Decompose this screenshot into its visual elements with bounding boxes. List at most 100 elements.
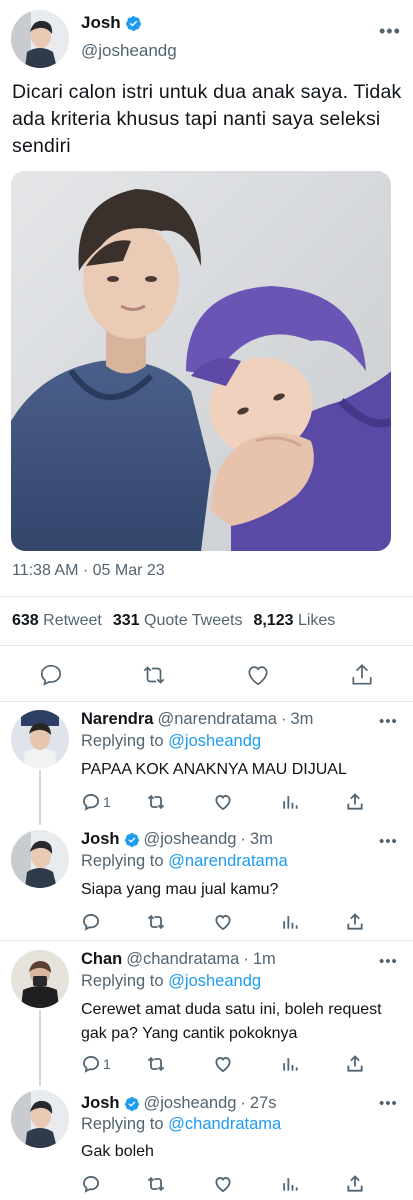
retweets-stat[interactable]: 638 Retweet [12, 612, 102, 630]
reply-author-name[interactable]: Josh [81, 1094, 120, 1113]
author-handle[interactable]: @josheandg [81, 41, 177, 61]
reply-time[interactable]: 3m [290, 710, 313, 729]
author-name-row[interactable]: Josh [81, 13, 142, 33]
photo-illustration [11, 171, 391, 551]
reply-icon[interactable] [38, 662, 64, 688]
like-icon[interactable] [213, 912, 233, 932]
reply-author-name[interactable]: Chan [81, 950, 122, 969]
retweets-count: 638 [12, 612, 39, 629]
reply-avatar[interactable] [11, 830, 69, 888]
reply-icon[interactable] [81, 1174, 101, 1194]
replying-to-label: Replying to [81, 852, 164, 870]
replying-to: Replying to @chandratama [81, 1115, 281, 1134]
share-icon[interactable] [345, 1174, 365, 1194]
reply-time[interactable]: 1m [253, 950, 276, 969]
reply-author-handle[interactable]: @josheandg [144, 830, 237, 849]
like-icon[interactable] [245, 662, 271, 688]
thread-line [39, 1010, 41, 1086]
separator-dot: · [243, 950, 249, 968]
author-avatar[interactable] [11, 10, 69, 68]
like-icon[interactable] [213, 792, 233, 812]
verified-badge-icon [125, 15, 141, 31]
tweet-timestamp[interactable]: 11:38 AM · 05 Mar 23 [12, 562, 165, 580]
reply-count: 1 [103, 794, 111, 810]
share-icon[interactable] [349, 662, 375, 688]
separator-dot: · [280, 710, 287, 728]
reply-header: Josh @josheandg · 27s [81, 1094, 277, 1113]
reply-tweet[interactable]: Josh @josheandg · 3m ••• Replying to @na… [0, 822, 413, 940]
reply-tweet[interactable]: Josh @josheandg · 27s ••• Replying to @c… [0, 1082, 413, 1200]
reply-tweet[interactable]: Chan @chandratama · 1m ••• Replying to @… [0, 942, 413, 1080]
reply-avatar[interactable] [11, 1090, 69, 1148]
reply-author-handle[interactable]: @chandratama [126, 950, 239, 969]
replying-to-label: Replying to [81, 972, 164, 990]
reply-time[interactable]: 27s [250, 1094, 277, 1113]
likes-count: 8,123 [253, 612, 294, 629]
views-icon[interactable] [280, 792, 300, 812]
more-icon[interactable]: ••• [379, 714, 398, 729]
tweet-stats: 638 Retweet 331 Quote Tweets 8,123 Likes [12, 612, 335, 630]
divider [0, 645, 413, 646]
reply-time[interactable]: 3m [250, 830, 273, 849]
replying-to-label: Replying to [81, 1115, 164, 1133]
reply-text: Siapa yang mau jual kamu? [81, 881, 279, 898]
divider [0, 596, 413, 597]
replying-to-mention[interactable]: @josheandg [168, 972, 261, 990]
reply-avatar[interactable] [11, 950, 69, 1008]
verified-badge-icon [124, 832, 139, 847]
reply-author-name[interactable]: Josh [81, 830, 120, 849]
main-tweet-header: Josh @josheandg ••• [0, 0, 413, 75]
more-icon[interactable]: ••• [379, 1096, 398, 1111]
quotes-label: Quote Tweets [144, 612, 243, 629]
separator-dot: · [240, 830, 246, 848]
reply-action-bar [0, 912, 413, 936]
retweet-icon[interactable] [146, 912, 166, 932]
more-icon[interactable]: ••• [379, 954, 398, 969]
tweet-action-bar [0, 650, 413, 700]
reply-tweet[interactable]: Narendra @narendratama · 3m ••• Replying… [0, 702, 413, 820]
reply-text: Cerewet amat duda satu ini, boleh reques… [81, 1001, 382, 1042]
views-icon[interactable] [280, 1174, 300, 1194]
quotes-stat[interactable]: 331 Quote Tweets [113, 612, 243, 630]
separator-dot: · [240, 1094, 246, 1112]
views-icon[interactable] [280, 912, 300, 932]
retweet-icon[interactable] [146, 1174, 166, 1194]
reply-author-handle[interactable]: @narendratama [157, 710, 276, 729]
share-icon[interactable] [345, 912, 365, 932]
retweet-icon[interactable] [141, 662, 167, 688]
reply-author-name[interactable]: Narendra [81, 710, 153, 729]
reply-icon[interactable] [81, 1054, 101, 1074]
thread-line [39, 770, 41, 825]
reply-header: Josh @josheandg · 3m [81, 830, 273, 849]
retweets-label: Retweet [43, 612, 102, 629]
like-icon[interactable] [213, 1054, 233, 1074]
reply-action-bar: 1 [0, 1054, 413, 1078]
reply-text: PAPAA KOK ANAKNYA MAU DIJUAL [81, 761, 347, 778]
retweet-icon[interactable] [146, 1054, 166, 1074]
reply-header: Chan @chandratama · 1m [81, 950, 276, 969]
more-icon[interactable]: ••• [379, 22, 401, 40]
reply-author-handle[interactable]: @josheandg [144, 1094, 237, 1113]
reply-avatar[interactable] [11, 710, 69, 768]
tweet-text: Dicari calon istri untuk dua anak saya. … [12, 81, 402, 157]
retweet-icon[interactable] [146, 792, 166, 812]
like-icon[interactable] [213, 1174, 233, 1194]
reply-icon[interactable] [81, 912, 101, 932]
divider [0, 940, 413, 941]
share-icon[interactable] [345, 792, 365, 812]
replying-to: Replying to @josheandg [81, 732, 261, 751]
more-icon[interactable]: ••• [379, 834, 398, 849]
tweet-photo[interactable] [11, 171, 391, 551]
replying-to-mention[interactable]: @narendratama [168, 852, 287, 870]
author-name[interactable]: Josh [81, 13, 121, 33]
reply-header: Narendra @narendratama · 3m [81, 710, 313, 729]
share-icon[interactable] [345, 1054, 365, 1074]
replying-to-mention[interactable]: @josheandg [168, 732, 261, 750]
replying-to-mention[interactable]: @chandratama [168, 1115, 281, 1133]
reply-icon[interactable] [81, 792, 101, 812]
replying-to: Replying to @josheandg [81, 972, 261, 991]
views-icon[interactable] [280, 1054, 300, 1074]
likes-stat[interactable]: 8,123 Likes [253, 612, 335, 630]
quotes-count: 331 [112, 612, 140, 629]
reply-count: 1 [103, 1056, 111, 1072]
